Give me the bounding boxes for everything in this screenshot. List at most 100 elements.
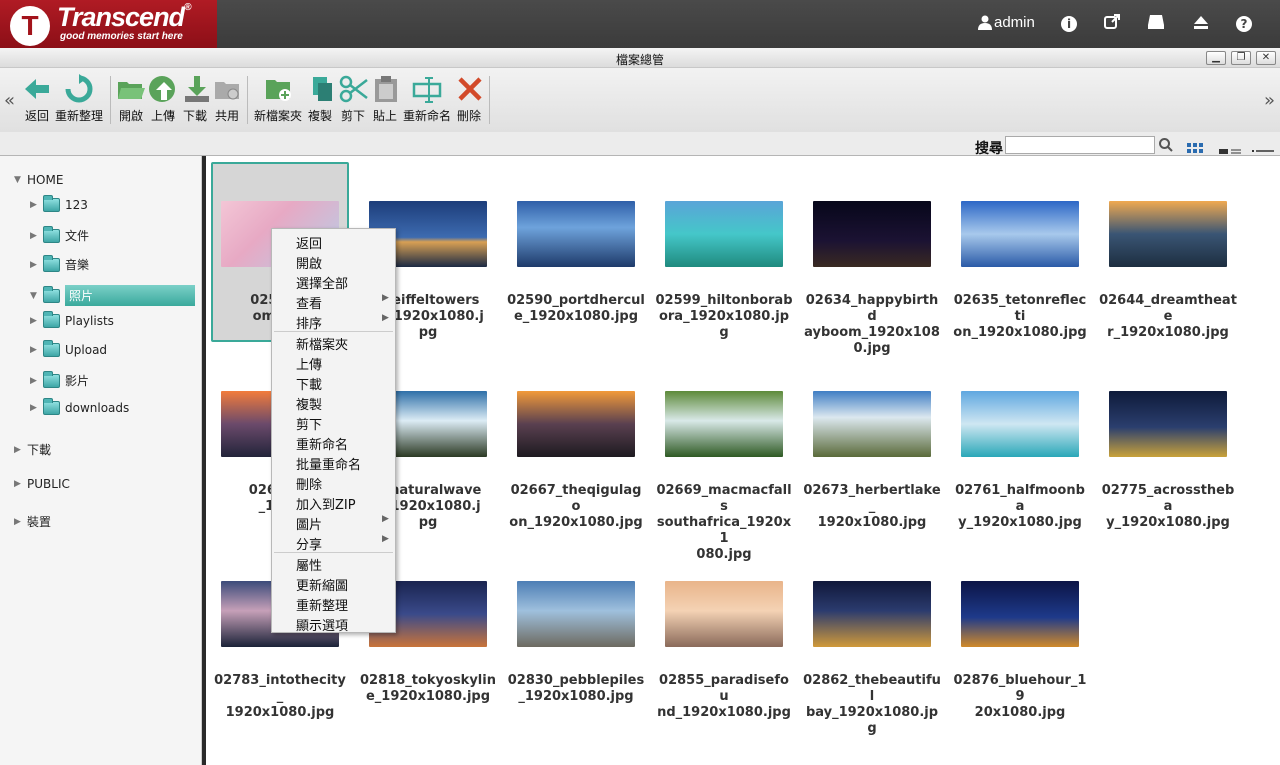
info-icon[interactable]: i bbox=[1061, 16, 1077, 32]
image-thumbnail[interactable] bbox=[517, 391, 635, 457]
menu-item-copy[interactable]: 複製 bbox=[296, 394, 322, 413]
menu-item-download[interactable]: 下載 bbox=[296, 374, 322, 393]
tree-folder-label: 照片 bbox=[65, 285, 195, 306]
file-tile[interactable]: 02644_dreamtheate r_1920x1080.jpg bbox=[1099, 201, 1237, 341]
menu-item-back[interactable]: 返回 bbox=[296, 233, 322, 252]
tree-folder-videos[interactable]: ▶ 影片 bbox=[30, 370, 89, 389]
file-tile[interactable]: 02830_pebblepiles _1920x1080.jpg bbox=[507, 581, 645, 705]
file-tile[interactable]: 02634_happybirthd ayboom_1920x108 0.jpg bbox=[803, 201, 941, 357]
image-thumbnail[interactable] bbox=[517, 581, 635, 647]
external-link-icon[interactable] bbox=[1103, 14, 1121, 32]
menu-item-sort[interactable]: 排序 ▶ bbox=[296, 313, 389, 332]
image-thumbnail[interactable] bbox=[665, 391, 783, 457]
tree-folder-123[interactable]: ▶ 123 bbox=[30, 195, 88, 212]
delete-button[interactable]: 刪除 bbox=[455, 74, 483, 124]
paste-button[interactable]: 貼上 bbox=[371, 74, 399, 124]
rename-label: 重新命名 bbox=[403, 109, 452, 123]
menu-item-label: 選擇全部 bbox=[296, 277, 349, 292]
eject-icon[interactable] bbox=[1192, 14, 1210, 32]
image-thumbnail[interactable] bbox=[665, 201, 783, 267]
tree-home[interactable]: ▼ HOME bbox=[14, 173, 63, 187]
file-tile[interactable]: 02761_halfmoonba y_1920x1080.jpg bbox=[951, 391, 1089, 531]
image-thumbnail[interactable] bbox=[961, 581, 1079, 647]
tree-folder-photos[interactable]: ▼ 照片 bbox=[30, 285, 195, 306]
file-name-line: e_1920x1080.jpg bbox=[365, 689, 491, 704]
image-thumbnail[interactable] bbox=[1109, 201, 1227, 267]
download-button[interactable]: 下載 bbox=[182, 74, 209, 124]
file-tile[interactable]: 02673_herbertlake_ 1920x1080.jpg bbox=[803, 391, 941, 531]
menu-item-properties[interactable]: 屬性 bbox=[296, 555, 322, 574]
file-tile[interactable]: 02876_bluehour_19 20x1080.jpg bbox=[951, 581, 1089, 721]
file-tile[interactable]: 02667_theqigulago on_1920x1080.jpg bbox=[507, 391, 645, 531]
tree-folder-playlists[interactable]: ▶ Playlists bbox=[30, 311, 114, 328]
tree-folder-documents[interactable]: ▶ 文件 bbox=[30, 225, 89, 244]
menu-item-rename[interactable]: 重新命名 bbox=[296, 434, 348, 453]
menu-item-image[interactable]: 圖片 ▶ bbox=[296, 514, 389, 533]
menu-item-label: 剪下 bbox=[296, 418, 323, 433]
menu-item-add-zip[interactable]: 加入到ZIP bbox=[296, 494, 356, 513]
share-label: 共用 bbox=[214, 109, 239, 123]
share-button[interactable]: 共用 bbox=[213, 74, 241, 124]
file-name: 02635_tetonreflecti on_1920x1080.jpg bbox=[951, 293, 1089, 341]
toolbar-scroll-left-icon[interactable]: « bbox=[4, 90, 15, 111]
file-tile[interactable]: 02775_acrossthеba y_1920x1080.jpg bbox=[1099, 391, 1237, 531]
image-thumbnail[interactable] bbox=[813, 581, 931, 647]
file-tile[interactable]: 02855_paradisefou nd_1920x1080.jpg bbox=[655, 581, 793, 721]
image-thumbnail[interactable] bbox=[665, 581, 783, 647]
menu-item-view[interactable]: 查看 ▶ bbox=[296, 293, 389, 312]
file-name-line: r_1920x1080.jpg bbox=[1107, 325, 1229, 340]
tree-root-devices[interactable]: ▶ 裝置 bbox=[14, 513, 51, 530]
new-folder-button[interactable]: 新檔案夾 bbox=[253, 74, 303, 124]
menu-item-upload[interactable]: 上傳 bbox=[296, 354, 322, 373]
image-thumbnail[interactable] bbox=[961, 201, 1079, 267]
menu-item-label: 批量重命名 bbox=[296, 458, 362, 473]
file-tile[interactable]: 02590_portdhercul e_1920x1080.jpg bbox=[507, 201, 645, 325]
cut-button[interactable]: 剪下 bbox=[339, 74, 368, 124]
upload-button[interactable]: 上傳 bbox=[148, 74, 178, 124]
menu-item-new-folder[interactable]: 新檔案夾 bbox=[296, 334, 348, 353]
file-tile[interactable]: 02635_tetonreflecti on_1920x1080.jpg bbox=[951, 201, 1089, 341]
image-thumbnail[interactable] bbox=[813, 201, 931, 267]
file-tile[interactable]: 02862_thebeautiful bay_1920x1080.jpg bbox=[803, 581, 941, 737]
image-thumbnail[interactable] bbox=[813, 391, 931, 457]
user-menu[interactable]: admin bbox=[978, 14, 1035, 31]
rename-button[interactable]: 重新命名 bbox=[403, 74, 451, 124]
tree-folder-label: downloads bbox=[65, 401, 130, 415]
menu-item-share[interactable]: 分享 ▶ bbox=[296, 534, 389, 553]
image-thumbnail[interactable] bbox=[961, 391, 1079, 457]
menu-item-label: 上傳 bbox=[296, 358, 323, 373]
file-name-line: 02783_intothecity_ bbox=[214, 673, 346, 704]
file-name-line: bay_1920x1080.jpg bbox=[805, 705, 939, 736]
copy-button[interactable]: 複製 bbox=[307, 74, 333, 124]
file-tile[interactable]: 02599_hiltonborab ora_1920x1080.jpg bbox=[655, 201, 793, 341]
tree-root-download[interactable]: ▶ 下載 bbox=[14, 441, 51, 458]
open-button[interactable]: 開啟 bbox=[116, 74, 146, 124]
disk-icon[interactable] bbox=[1147, 14, 1165, 32]
minimize-button[interactable]: ▁ bbox=[1206, 51, 1226, 65]
menu-item-refresh[interactable]: 重新整理 bbox=[296, 595, 348, 614]
menu-item-select-all[interactable]: 選擇全部 bbox=[296, 273, 348, 292]
tree-root-public[interactable]: ▶ PUBLIC bbox=[14, 477, 70, 491]
search-input[interactable] bbox=[1005, 136, 1155, 154]
tree-folder-downloads[interactable]: ▶ downloads bbox=[30, 398, 130, 415]
tree-folder-music[interactable]: ▶ 音樂 bbox=[30, 254, 89, 273]
tree-folder-upload[interactable]: ▶ Upload bbox=[30, 340, 107, 357]
close-button[interactable]: ✕ bbox=[1256, 51, 1276, 65]
menu-item-batch-rename[interactable]: 批量重命名 bbox=[296, 454, 361, 473]
search-icon[interactable] bbox=[1159, 137, 1173, 156]
file-tile[interactable]: 02669_macmacfalls southafrica_1920x1 080.j… bbox=[655, 391, 793, 563]
refresh-button[interactable]: 重新整理 bbox=[54, 74, 104, 124]
menu-item-display-options[interactable]: 顯示選項 bbox=[296, 615, 348, 634]
help-icon[interactable]: ? bbox=[1236, 16, 1252, 32]
toolbar-scroll-right-icon[interactable]: » bbox=[1264, 90, 1275, 111]
menu-item-open[interactable]: 開啟 bbox=[296, 253, 322, 272]
image-thumbnail[interactable] bbox=[1109, 391, 1227, 457]
menu-item-delete[interactable]: 刪除 bbox=[296, 474, 322, 493]
image-thumbnail[interactable] bbox=[517, 201, 635, 267]
back-button[interactable]: 返回 bbox=[22, 74, 52, 124]
new-folder-label: 新檔案夾 bbox=[253, 109, 302, 123]
menu-item-cut[interactable]: 剪下 bbox=[296, 414, 322, 433]
restore-button[interactable]: ❐ bbox=[1231, 51, 1251, 65]
submenu-arrow-icon: ▶ bbox=[382, 293, 389, 303]
menu-item-update-thumbnail[interactable]: 更新縮圖 bbox=[296, 575, 348, 594]
